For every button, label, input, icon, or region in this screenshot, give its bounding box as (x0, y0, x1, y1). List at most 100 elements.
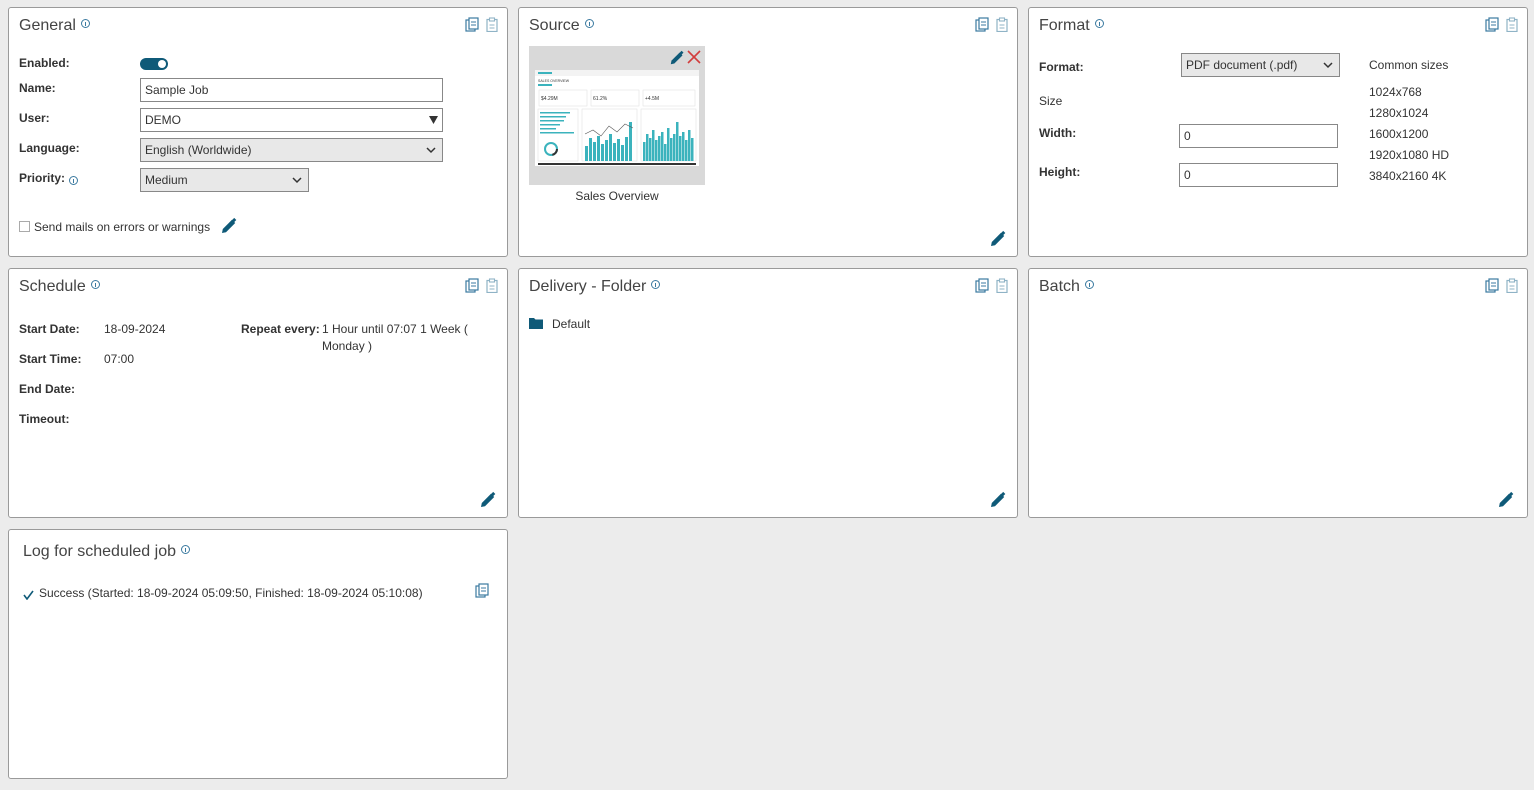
width-label: Width: (1039, 126, 1077, 140)
batch-title-text: Batch (1039, 278, 1080, 295)
edit-icon[interactable] (989, 230, 1007, 248)
format-panel: Format Format: PDF document (.pdf) Size … (1028, 7, 1528, 257)
common-size-1024x768[interactable]: 1024x768 (1369, 85, 1422, 99)
edit-icon[interactable] (479, 491, 497, 509)
send-mails-checkbox[interactable] (19, 221, 30, 232)
start-date-label: Start Date: (19, 322, 80, 336)
edit-icon[interactable] (1497, 491, 1515, 509)
repeat-label: Repeat every: (241, 322, 320, 336)
folder-icon (529, 318, 543, 329)
info-icon[interactable] (90, 279, 100, 289)
width-value: 0 (1184, 129, 1191, 143)
copy-icon[interactable] (465, 17, 479, 32)
language-value: English (Worldwide) (145, 143, 252, 157)
common-size-3840x2160[interactable]: 3840x2160 4K (1369, 169, 1446, 183)
schedule-title-text: Schedule (19, 278, 86, 295)
paste-icon[interactable] (1505, 278, 1519, 293)
copy-icon[interactable] (975, 17, 989, 32)
schedule-title: Schedule (19, 278, 100, 296)
schedule-panel: Schedule Start Date: 18-09-2024 Start Ti… (8, 268, 508, 518)
language-select[interactable]: English (Worldwide) (140, 138, 443, 162)
height-value: 0 (1184, 168, 1191, 182)
info-icon[interactable] (69, 176, 78, 185)
common-size-1600x1200[interactable]: 1600x1200 (1369, 127, 1428, 141)
log-panel: Log for scheduled job Success (Started: … (8, 529, 508, 779)
name-value: Sample Job (145, 83, 209, 97)
edit-icon[interactable] (669, 50, 685, 66)
report-preview-image: SALES OVERVIEW $4.29M 61.2% +4.5M (535, 70, 699, 166)
common-sizes-label: Common sizes (1369, 58, 1449, 72)
folder-name: Default (552, 317, 591, 331)
log-title: Log for scheduled job (23, 543, 190, 561)
width-input[interactable]: 0 (1179, 124, 1338, 148)
thumb-kpi2: 61.2% (593, 96, 608, 102)
thumb-kpi1: $4.29M (541, 96, 558, 102)
start-date-value: 18-09-2024 (104, 322, 166, 336)
height-input[interactable]: 0 (1179, 163, 1338, 187)
user-select[interactable]: DEMO (140, 108, 443, 132)
batch-title: Batch (1039, 278, 1094, 296)
thumb-kpi3: +4.5M (645, 96, 659, 102)
paste-icon[interactable] (1505, 17, 1519, 32)
info-icon[interactable] (1094, 18, 1104, 28)
chevron-down-icon (292, 177, 302, 184)
delivery-panel: Delivery - Folder Default (518, 268, 1018, 518)
repeat-value-line2: Monday ) (322, 339, 373, 353)
info-icon[interactable] (651, 279, 661, 289)
info-icon[interactable] (1084, 279, 1094, 289)
thumb-header: SALES OVERVIEW (538, 79, 570, 83)
common-size-1920x1080[interactable]: 1920x1080 HD (1369, 148, 1449, 162)
edit-icon[interactable] (220, 217, 238, 235)
edit-icon[interactable] (989, 491, 1007, 509)
paste-icon[interactable] (485, 278, 499, 293)
copy-icon[interactable] (975, 278, 989, 293)
chevron-down-icon (1323, 62, 1333, 69)
batch-panel: Batch (1028, 268, 1528, 518)
copy-icon[interactable] (475, 583, 489, 598)
info-icon[interactable] (584, 18, 594, 28)
end-date-label: End Date: (19, 382, 76, 396)
size-label: Size (1039, 94, 1063, 108)
copy-icon[interactable] (1485, 17, 1499, 32)
name-input[interactable]: Sample Job (140, 78, 443, 102)
paste-icon[interactable] (995, 278, 1009, 293)
format-label: Format: (1039, 60, 1084, 74)
report-thumbnail[interactable]: SALES OVERVIEW $4.29M 61.2% +4.5M (529, 46, 705, 185)
general-panel: General Enabled: Name: Sample Job User: … (8, 7, 508, 257)
start-time-label: Start Time: (19, 352, 82, 366)
common-size-1280x1024[interactable]: 1280x1024 (1369, 106, 1428, 120)
send-mails-label: Send mails on errors or warnings (34, 220, 211, 234)
priority-select[interactable]: Medium (140, 168, 309, 192)
source-title-text: Source (529, 17, 580, 34)
enabled-toggle[interactable] (140, 58, 168, 70)
general-title: General (19, 17, 90, 35)
language-label: Language: (19, 141, 80, 155)
height-label: Height: (1039, 165, 1081, 179)
repeat-value-line1: 1 Hour until 07:07 1 Week ( (322, 322, 468, 336)
name-label: Name: (19, 81, 56, 95)
paste-icon[interactable] (995, 17, 1009, 32)
copy-icon[interactable] (1485, 278, 1499, 293)
delivery-title: Delivery - Folder (529, 278, 661, 296)
info-icon[interactable] (181, 544, 190, 554)
source-title: Source (529, 17, 594, 35)
timeout-label: Timeout: (19, 412, 70, 426)
copy-icon[interactable] (465, 278, 479, 293)
caret-down-icon (429, 116, 438, 124)
format-title: Format (1039, 17, 1104, 35)
info-icon[interactable] (80, 18, 90, 28)
chevron-down-icon (426, 147, 436, 154)
priority-label: Priority: (19, 171, 66, 185)
paste-icon[interactable] (485, 17, 499, 32)
log-entry: Success (Started: 18-09-2024 05:09:50, F… (39, 586, 423, 600)
enabled-label: Enabled: (19, 56, 70, 70)
format-select[interactable]: PDF document (.pdf) (1181, 53, 1340, 77)
checkmark-icon (23, 590, 34, 600)
report-name: Sales Overview (575, 189, 659, 203)
priority-value: Medium (145, 173, 188, 187)
format-value: PDF document (.pdf) (1186, 58, 1298, 72)
delete-icon[interactable] (687, 50, 701, 64)
delivery-title-text: Delivery - Folder (529, 278, 647, 295)
format-title-text: Format (1039, 17, 1090, 34)
general-title-text: General (19, 17, 76, 34)
